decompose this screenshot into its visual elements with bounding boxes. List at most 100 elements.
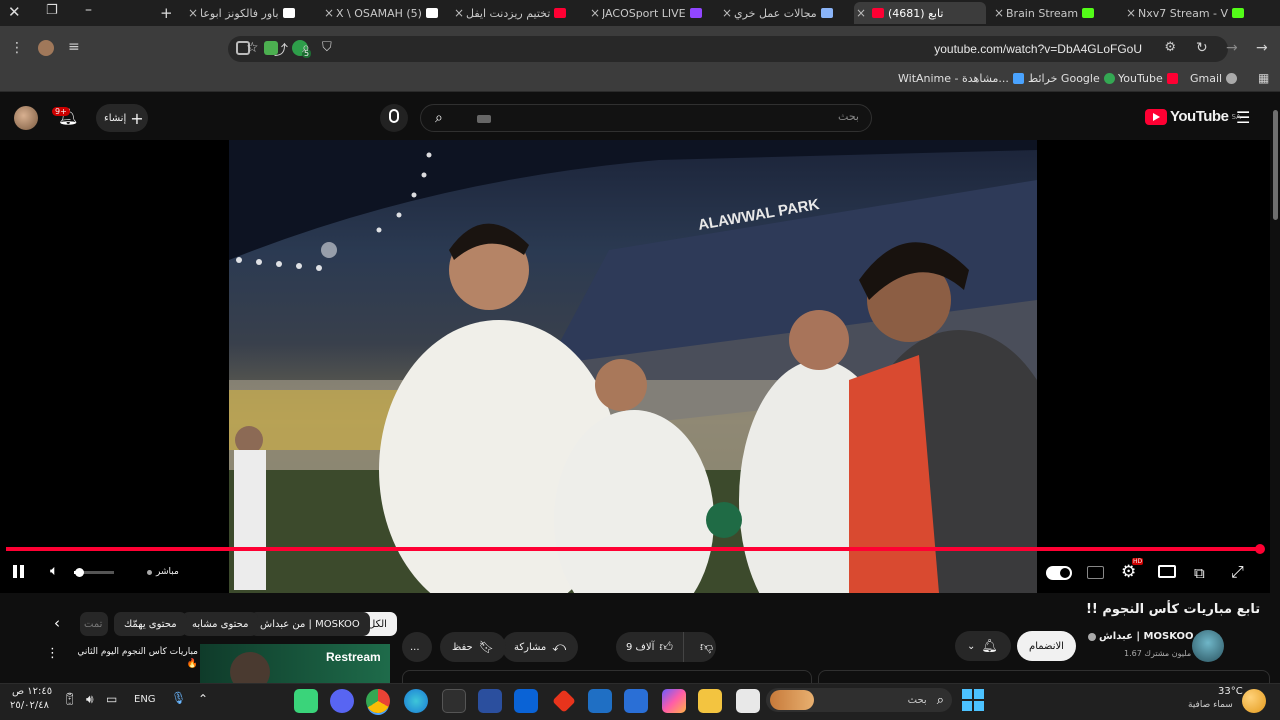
chrome-icon[interactable] [366, 689, 390, 713]
scrollbar-thumb[interactable] [1273, 110, 1278, 220]
share-button[interactable]: مشاركة ⤺ [502, 632, 579, 662]
window-minimize-icon[interactable]: – [85, 2, 92, 18]
keyboard-icon[interactable] [477, 115, 491, 123]
close-icon[interactable]: × [588, 6, 602, 20]
close-icon[interactable]: × [322, 6, 336, 20]
channel-name-row[interactable]: عبداش | MOSKOO [1088, 631, 1194, 642]
related-thumbnail[interactable]: Restream [200, 644, 390, 683]
youtube-logo[interactable]: YouTube SA [1145, 108, 1241, 125]
epic-games-icon[interactable] [442, 689, 466, 713]
scrubber-handle[interactable] [1255, 544, 1265, 554]
bookmark-google-maps[interactable]: خرائط Google [1028, 72, 1115, 85]
file-explorer-icon[interactable] [698, 689, 722, 713]
bookmark-star-icon[interactable]: ☆ [246, 40, 259, 56]
site-settings-icon[interactable]: ⚙ [1164, 40, 1176, 55]
clock-time[interactable]: ١٢:٤٥ ص [12, 686, 52, 697]
weather-moon-icon[interactable] [1242, 689, 1266, 713]
chip-partial[interactable]: تمت [80, 612, 108, 636]
bookmark-witanime[interactable]: WitAnime - مشاهدة... [898, 72, 1024, 85]
copilot-icon[interactable] [662, 689, 686, 713]
related-video-title[interactable]: مباريات كأس النجوم اليوم الثاني 🔥 [70, 646, 198, 670]
create-button[interactable]: إنشاء + [96, 104, 148, 132]
dislike-button[interactable]: 👎︎ [690, 640, 723, 655]
profile-avatar[interactable] [38, 40, 54, 56]
tray-chevron-up-icon[interactable]: ⌃ [198, 692, 208, 706]
close-icon[interactable]: × [452, 6, 466, 20]
search-input[interactable]: بحث ⌕ [420, 104, 872, 132]
kebab-menu-icon[interactable]: ⋮ [46, 646, 59, 661]
like-button[interactable]: 9 آلاف 👍︎ [616, 632, 684, 662]
tab-6[interactable]: × X \ OSAMAH (5) [322, 2, 450, 24]
speaker-icon[interactable]: 🔊︎ [86, 692, 94, 707]
share-icon[interactable]: ⤴ [274, 40, 288, 60]
edge-icon[interactable] [404, 689, 428, 713]
input-language[interactable]: ENG [134, 694, 156, 705]
shield-icon[interactable]: ⛉ [322, 40, 332, 55]
close-icon[interactable]: × [992, 6, 1006, 20]
battery-icon[interactable]: 🔋︎ [62, 692, 77, 706]
tab-2[interactable]: × (4681) تابع [854, 2, 986, 24]
new-tab-button[interactable]: + [160, 4, 173, 22]
forward-icon[interactable]: → [1256, 40, 1268, 56]
tab-0[interactable]: × Nxv7 Stream - V [1124, 2, 1254, 24]
task-view-icon[interactable] [736, 689, 760, 713]
window-close-icon[interactable]: ✕ [8, 3, 21, 21]
all-bookmarks-icon[interactable]: ▦ [1258, 71, 1269, 85]
thumbnail-person [230, 652, 270, 683]
channel-avatar[interactable] [1192, 630, 1224, 662]
outlook-icon[interactable] [588, 689, 612, 713]
discord-icon[interactable] [330, 689, 354, 713]
back-icon[interactable]: → [1226, 40, 1238, 56]
description-box[interactable] [402, 670, 812, 684]
subtitles-icon[interactable] [1087, 566, 1104, 579]
close-icon[interactable]: × [1124, 6, 1138, 20]
live-indicator[interactable]: مباشر [147, 567, 179, 577]
windows-start-button[interactable] [962, 689, 984, 711]
zoom-icon[interactable]: ⌕ [302, 40, 310, 56]
display-icon[interactable]: ▭ [106, 692, 117, 706]
close-icon[interactable]: × [186, 6, 200, 20]
fullscreen-icon[interactable]: ⤢ [1231, 562, 1244, 582]
tab-4[interactable]: × JACOSport LIVE [588, 2, 718, 24]
media-queue-icon[interactable]: ≡ [68, 39, 80, 55]
tab-1[interactable]: × Brain Stream [992, 2, 1122, 24]
autoplay-toggle[interactable] [1046, 566, 1072, 580]
save-button[interactable]: حفظ 🔖︎ [440, 632, 506, 662]
chip-from-channel[interactable]: من عبداش | MOSKOO [250, 612, 370, 636]
chip-for-you[interactable]: محتوى يهمّك [114, 612, 187, 636]
chip-related[interactable]: محتوى مشابه [182, 612, 259, 636]
voice-search-button[interactable] [380, 104, 408, 132]
comments-box[interactable] [818, 670, 1270, 684]
kebab-menu-icon[interactable]: ⋮ [10, 40, 24, 56]
store-icon[interactable] [624, 689, 648, 713]
tab-7[interactable]: × باور فالكونز ابوعا [186, 2, 318, 24]
address-bar[interactable]: 5 ⛉ youtube.com/watch?v=DbA4GLoFGoU ⚙ [228, 36, 1228, 62]
reload-icon[interactable]: ↻ [1196, 40, 1208, 56]
tab-5[interactable]: × تختيم ريزدنت ايفل [452, 2, 584, 24]
dropbox-icon[interactable] [514, 689, 538, 713]
bookmark-gmail[interactable]: Gmail [1190, 72, 1238, 85]
cast-icon[interactable]: ⧉ [1194, 564, 1205, 582]
miniplayer-icon[interactable] [1158, 565, 1176, 578]
volume-handle[interactable] [75, 568, 84, 577]
settings-gear-icon[interactable]: ⚙ [1121, 562, 1136, 582]
search-icon[interactable]: ⌕ [435, 110, 443, 126]
whatsapp-icon[interactable] [294, 689, 318, 713]
close-icon[interactable]: × [854, 6, 868, 20]
volume-icon[interactable]: 🔈︎ [50, 563, 58, 579]
join-button[interactable]: الانضمام [1017, 631, 1076, 661]
tab-3[interactable]: × مجالات عمل خري [720, 2, 850, 24]
more-actions-button[interactable]: ... [402, 632, 432, 662]
vpn-app-icon[interactable] [478, 689, 502, 713]
chevron-left-icon[interactable]: ‹ [54, 614, 60, 632]
microphone-icon[interactable]: 🎙︎ [171, 691, 186, 705]
bookmark-youtube[interactable]: YouTube [1118, 72, 1178, 85]
subscribed-notifications-button[interactable]: ⌄ 🔔︎ [955, 631, 1011, 661]
video-player[interactable]: ALAWWAL PARK 🔈︎ مباشر ⚙ HD ⧉ ⤢ [0, 140, 1270, 593]
pause-button[interactable] [13, 565, 24, 578]
clock-date[interactable]: ٢٥/٠٢/٤٨ [10, 700, 49, 711]
window-restore-icon[interactable]: ❐ [46, 3, 58, 18]
progress-bar[interactable] [6, 547, 1260, 551]
account-avatar[interactable] [14, 106, 38, 130]
close-icon[interactable]: × [720, 6, 734, 20]
